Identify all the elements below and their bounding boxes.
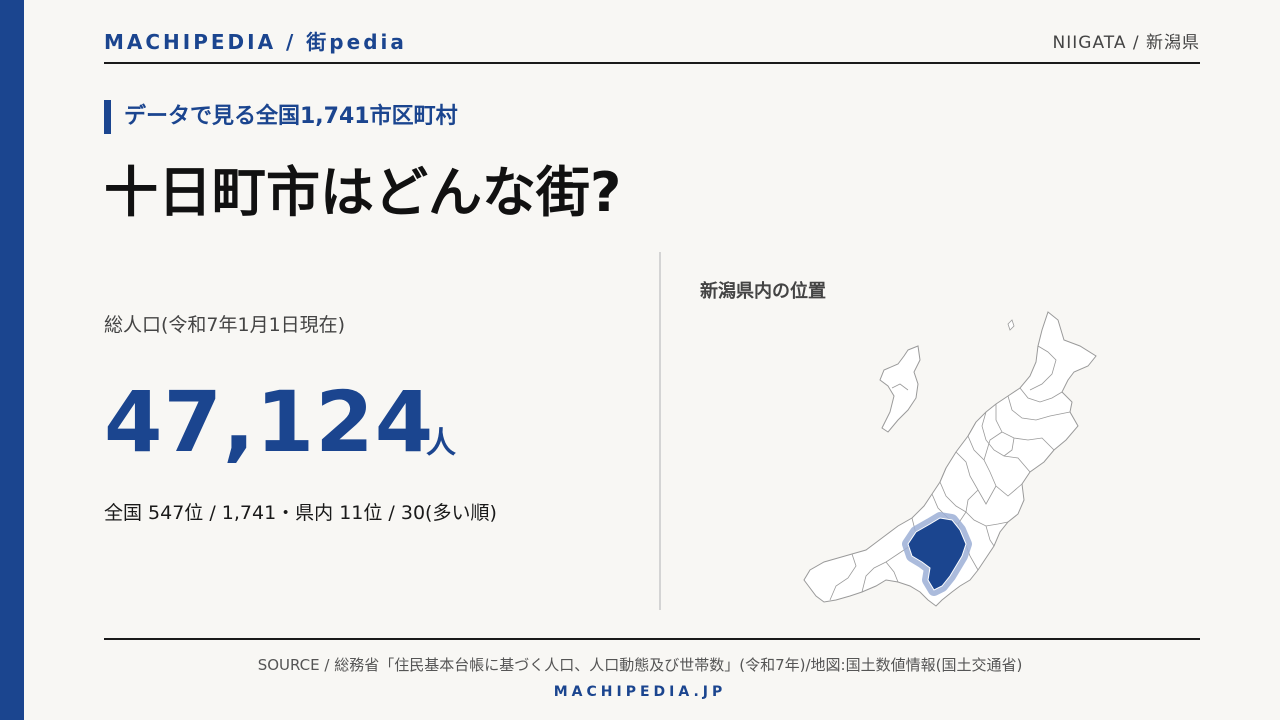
prefecture-map — [803, 311, 1097, 607]
subtitle-block: データで見る全国1,741市区町村 — [104, 100, 458, 134]
source-credit: SOURCE / 総務省「住民基本台帳に基づく人口、人口動態及び世帯数」(令和7… — [257, 656, 1023, 674]
footer-site-link[interactable]: MACHIPEDIA.JP — [0, 684, 1280, 700]
site-brand[interactable]: MACHIPEDIA / 街pedia — [104, 26, 407, 55]
population-rank: 全国 547位 / 1,741・県内 11位 / 30(多い順) — [104, 502, 497, 524]
accent-side-bar — [0, 0, 24, 720]
page-title: 十日町市はどんな街? — [104, 161, 622, 224]
header: MACHIPEDIA / 街pedia NIIGATA / 新潟県 — [104, 26, 1200, 64]
population-value: 47,124 — [104, 373, 435, 471]
vertical-divider — [659, 252, 661, 610]
footer-divider — [104, 638, 1200, 640]
population-label: 総人口(令和7年1月1日現在) — [104, 314, 346, 336]
prefecture-label: NIIGATA / 新潟県 — [1052, 33, 1200, 53]
awashima-island — [1007, 319, 1015, 331]
sado-island — [879, 345, 921, 433]
subtitle: データで見る全国1,741市区町村 — [124, 104, 458, 129]
population-unit: 人 — [426, 426, 456, 461]
